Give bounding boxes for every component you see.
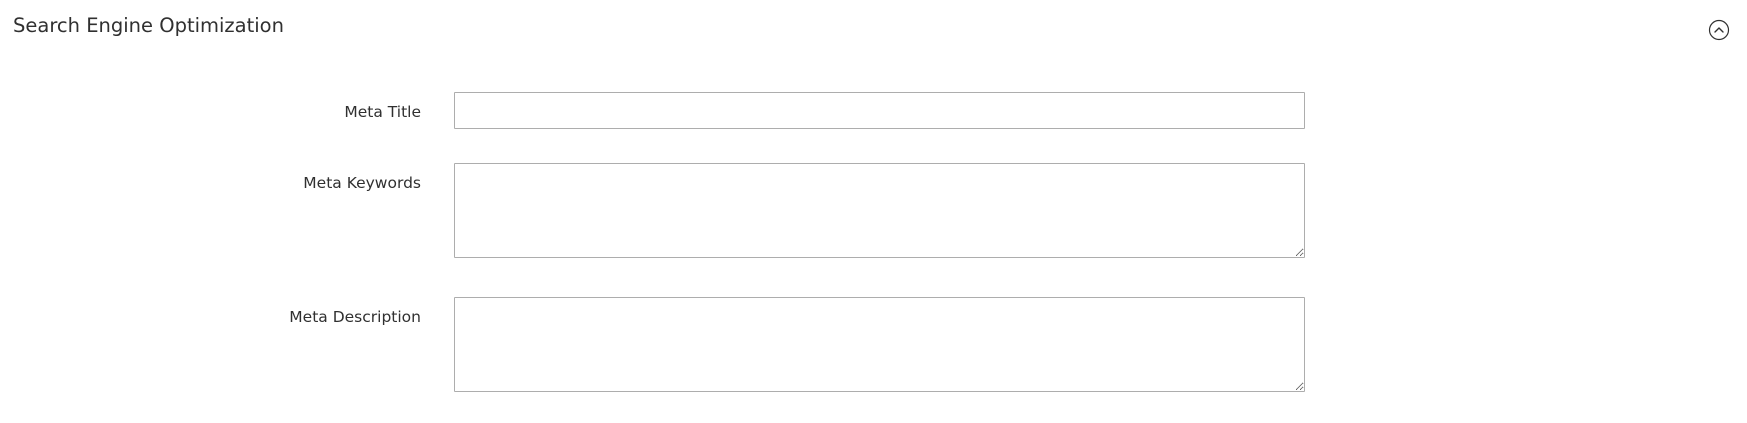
meta-description-textarea[interactable] bbox=[454, 297, 1305, 392]
meta-keywords-textarea[interactable] bbox=[454, 163, 1305, 258]
seo-section-header[interactable]: Search Engine Optimization bbox=[0, 0, 1747, 52]
section-title: Search Engine Optimization bbox=[13, 14, 284, 37]
meta-title-input[interactable] bbox=[454, 92, 1305, 129]
chevron-up-circle-icon bbox=[1708, 19, 1730, 41]
meta-keywords-label: Meta Keywords bbox=[303, 174, 421, 192]
collapse-section-button[interactable] bbox=[1708, 19, 1730, 41]
meta-description-label: Meta Description bbox=[289, 308, 421, 326]
meta-title-label: Meta Title bbox=[344, 103, 421, 121]
